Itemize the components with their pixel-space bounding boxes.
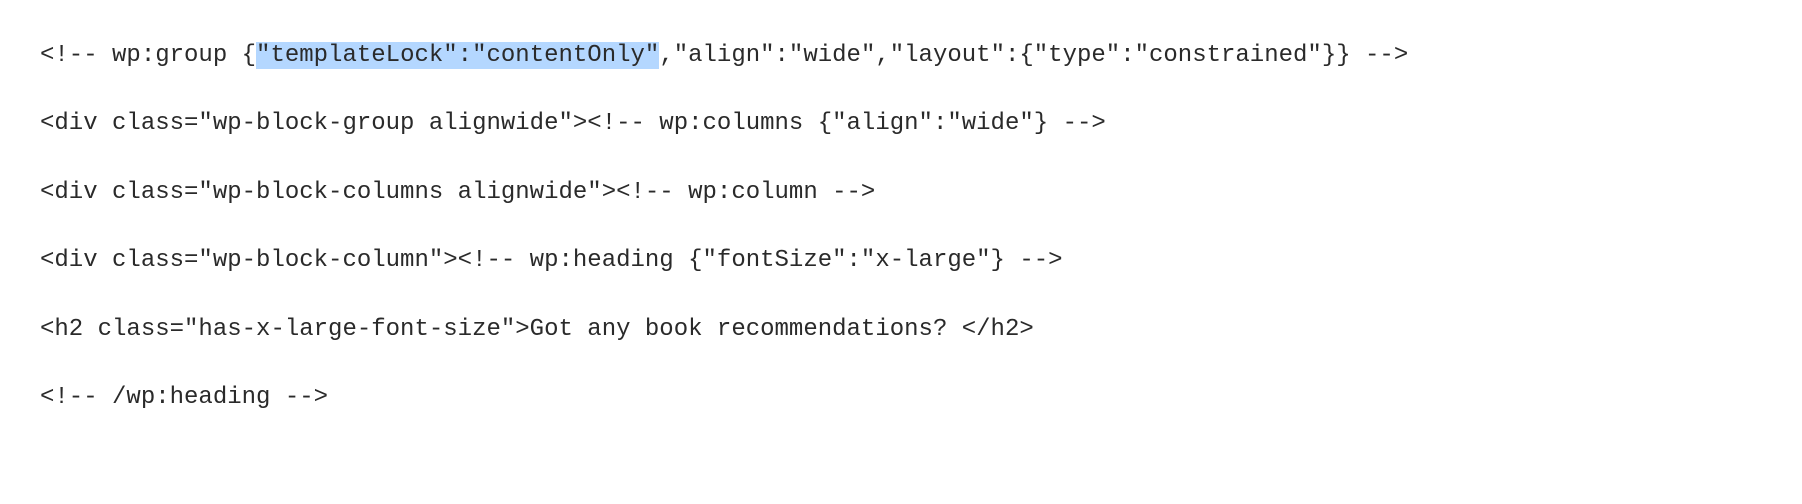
code-text: <!-- wp:group { [40,42,256,69]
highlighted-text[interactable]: "templateLock":"contentOnly" [256,42,659,69]
code-text: <div class="wp-block-group alignwide"><!… [40,110,1106,137]
code-text: <div class="wp-block-columns alignwide">… [40,179,875,206]
code-line[interactable]: <h2 class="has-x-large-font-size">Got an… [40,314,1762,346]
code-line[interactable]: <div class="wp-block-columns alignwide">… [40,177,1762,209]
code-line[interactable]: <div class="wp-block-group alignwide"><!… [40,108,1762,140]
code-line[interactable]: <!-- wp:group {"templateLock":"contentOn… [40,40,1762,72]
code-line[interactable]: <!-- /wp:heading --> [40,382,1762,414]
code-block[interactable]: <!-- wp:group {"templateLock":"contentOn… [40,40,1762,414]
code-text: <h2 class="has-x-large-font-size">Got an… [40,316,1034,343]
code-text: <!-- /wp:heading --> [40,384,328,411]
code-text: <div class="wp-block-column"><!-- wp:hea… [40,247,1063,274]
code-line[interactable]: <div class="wp-block-column"><!-- wp:hea… [40,245,1762,277]
code-text: ,"align":"wide","layout":{"type":"constr… [659,42,1408,69]
